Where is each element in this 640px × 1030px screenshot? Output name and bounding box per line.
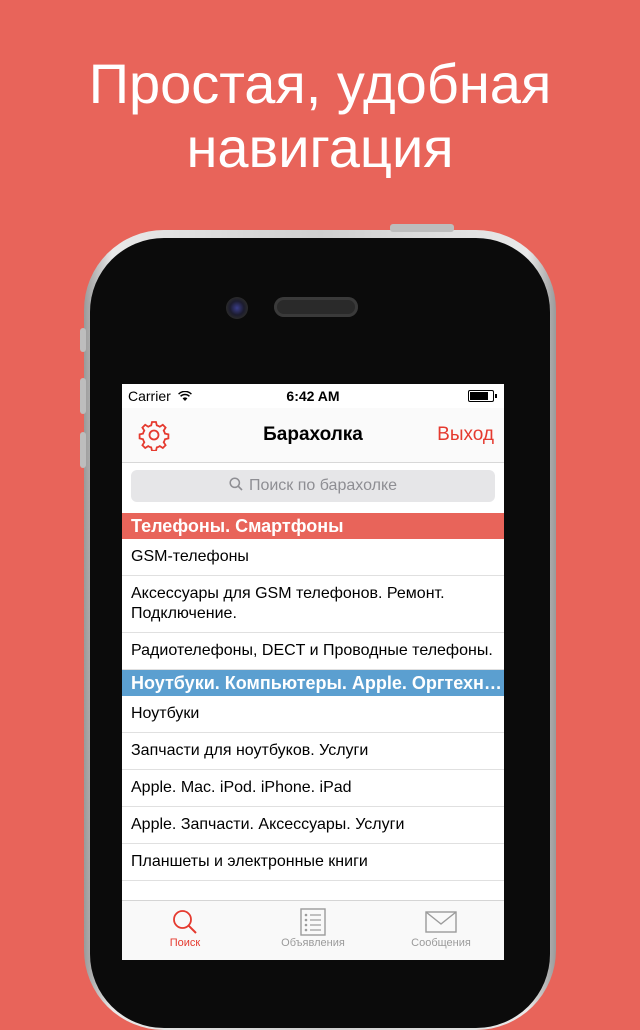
search-icon <box>229 476 243 496</box>
list-item[interactable]: Apple. Запчасти. Аксессуары. Услуги <box>122 807 504 844</box>
tab-listings-label: Объявления <box>281 937 345 949</box>
phone-volume-down <box>80 432 86 468</box>
list-item[interactable]: Планшеты и электронные книги <box>122 844 504 881</box>
search-bar: Поиск по барахолке <box>122 463 504 513</box>
list-item[interactable]: Радиотелефоны, DECT и Проводные телефоны… <box>122 633 504 670</box>
logout-button[interactable]: Выход <box>437 424 494 446</box>
section-header-phones: Телефоны. Смартфоны <box>122 513 504 539</box>
promo-line-2: навигация <box>186 116 454 179</box>
list-item[interactable]: Apple. Mac. iPod. iPhone. iPad <box>122 770 504 807</box>
list-item[interactable]: Аксессуары для GSM телефонов. Ремонт. По… <box>122 576 504 633</box>
section-header-computers: Ноутбуки. Компьютеры. Apple. Оргтехника <box>122 670 504 696</box>
category-list: Телефоны. Смартфоны GSM-телефоны Аксессу… <box>122 513 504 881</box>
search-input[interactable]: Поиск по барахолке <box>131 470 495 502</box>
tab-bar: Поиск Объявления Сообщения <box>122 900 504 960</box>
phone-top-button <box>390 224 454 232</box>
tab-messages-label: Сообщения <box>411 937 471 949</box>
list-item[interactable]: GSM-телефоны <box>122 539 504 576</box>
tab-messages[interactable]: Сообщения <box>378 907 504 949</box>
navigation-bar: Барахолка Выход <box>122 408 504 463</box>
promo-headline: Простая, удобная навигация <box>0 52 640 180</box>
envelope-icon <box>378 907 504 937</box>
battery-icon <box>468 390 497 402</box>
phone-volume-up <box>80 378 86 414</box>
app-screen: Carrier 6:42 AM Барахолка Выход Поиск по… <box>122 384 504 960</box>
status-bar: Carrier 6:42 AM <box>122 384 504 408</box>
phone-side-switch <box>80 328 86 352</box>
list-icon <box>250 907 376 937</box>
list-item[interactable]: Запчасти для ноутбуков. Услуги <box>122 733 504 770</box>
tab-listings[interactable]: Объявления <box>250 907 376 949</box>
list-item[interactable]: Ноутбуки <box>122 696 504 733</box>
tab-search[interactable]: Поиск <box>122 907 248 949</box>
search-icon <box>122 907 248 937</box>
search-placeholder: Поиск по барахолке <box>248 477 398 494</box>
promo-line-1: Простая, удобная <box>88 52 552 115</box>
speaker-grille <box>274 297 358 317</box>
tab-search-label: Поиск <box>169 937 201 949</box>
status-time: 6:42 AM <box>286 388 340 404</box>
camera-icon <box>226 297 248 319</box>
